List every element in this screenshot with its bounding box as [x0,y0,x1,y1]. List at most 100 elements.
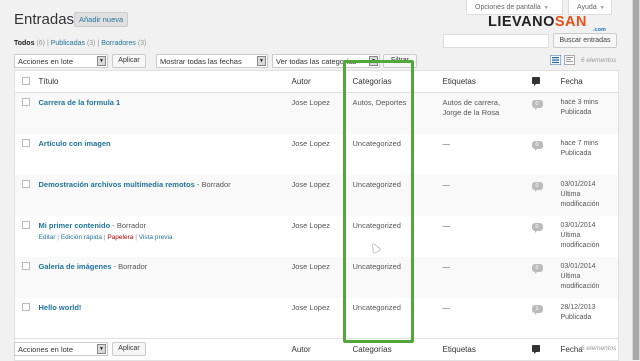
separator: | [97,40,100,47]
comment-count-bubble[interactable]: 0 [531,263,543,274]
row-checkbox[interactable] [22,220,30,229]
post-author-link[interactable]: Jose Lopez [287,256,349,298]
table-row: Hello world! Jose Lopez Uncategorized — … [15,298,619,339]
separator: | [46,40,49,47]
chevron-down-icon: ▼ [543,5,549,11]
quick-edit-link[interactable]: Edición rápida [61,234,102,241]
post-author-link[interactable]: Jose Lopez [288,216,349,257]
table-row: Galería de imágenes - Borrador Jose Lope… [14,256,619,298]
post-status: Última [560,190,581,198]
brand-logo: LIEVANOSAN .com [488,14,606,33]
bulk-actions-select-bottom[interactable]: Acciones en lote ▼ [14,342,108,356]
comment-count-bubble[interactable]: 0 [531,140,543,151]
post-status: Última [560,272,581,280]
logo-text-accent: SAN [554,14,587,30]
post-status-extra: modificación [560,282,600,290]
excerpt-view-icon[interactable] [564,55,575,65]
post-categories-link[interactable]: Uncategorized [348,174,439,216]
separator: | [135,233,137,241]
dropdown-arrow-icon: ▼ [369,56,378,66]
post-author-link[interactable]: Jose Lopez [287,92,349,134]
vertical-scrollbar[interactable] [632,0,640,360]
post-date: hace 7 mins [560,139,599,147]
logo-text-main: LIEVANO [488,14,555,30]
search-input[interactable] [443,34,549,48]
table-row: Mi primer contenido - Borrador Editar | … [15,216,619,257]
table-row: Carrera de la formula 1 Jose Lopez Autos… [14,92,619,134]
bulk-actions-value: Acciones en lote [18,57,74,66]
search-posts-button[interactable]: Buscar entradas [553,33,617,48]
preview-link[interactable]: Vista previa [139,234,173,241]
items-count-top: 6 elementos [581,57,617,64]
post-author-link[interactable]: Jose Lopez [288,134,349,175]
posts-table: Título Autor Categorías Etiquetas Fecha … [14,70,619,361]
post-title-link[interactable]: Hello world! [39,303,82,312]
post-status: Última [560,231,581,239]
screen-options-tab[interactable]: Opciones de pantalla ▼ [466,0,563,15]
post-title-link[interactable]: Artículo con imagen [39,139,111,148]
post-state: - Borrador [194,179,231,189]
screen-options-label: Opciones de pantalla [475,4,541,11]
apply-button[interactable]: Aplicar [112,54,146,68]
dates-select[interactable]: Mostrar todas las fechas ▼ [156,54,268,68]
post-date: 03/01/2014 [560,262,596,270]
filter-published[interactable]: Publicadas [51,40,85,47]
column-author: Autor [287,338,349,361]
help-label: Ayuda [577,4,597,11]
filter-drafts[interactable]: Borradores [101,40,136,47]
page-title: Entradas [14,11,75,28]
list-view-icon[interactable] [550,55,561,65]
posts-page: Entradas Añadir nueva Opciones de pantal… [0,0,632,361]
apply-button-bottom[interactable]: Aplicar [112,342,146,356]
row-checkbox[interactable] [22,138,30,147]
row-checkbox[interactable] [22,261,30,270]
post-categories-link[interactable]: Uncategorized [348,256,439,298]
edit-link[interactable]: Editar [39,234,56,241]
trash-link[interactable]: Papelera [107,234,133,241]
categories-select[interactable]: Ver todas las categorías ▼ [272,54,380,68]
post-categories-link[interactable]: Autos, Deportes [348,92,439,134]
column-tags: Etiquetas [438,338,524,361]
post-title-link[interactable]: Demostración archivos multimedia remotos [39,180,195,189]
add-new-button[interactable]: Añadir nueva [74,12,129,27]
filter-button[interactable]: Filtrar [383,54,417,68]
comments-icon [531,77,540,86]
select-all-checkbox[interactable] [22,76,30,85]
post-title-link[interactable]: Mi primer contenido [39,221,111,230]
post-categories-link[interactable]: Uncategorized [349,134,439,175]
post-title-link[interactable]: Galería de imágenes [39,262,112,271]
comment-count-bubble[interactable]: 0 [531,100,543,110]
post-categories-link[interactable]: Uncategorized [349,298,439,339]
comment-count-bubble[interactable]: 0 [531,181,543,192]
bulk-actions-select[interactable]: Acciones en lote ▼ [14,54,108,68]
filter-all[interactable]: Todos [14,40,34,47]
column-date[interactable]: Fecha [556,70,619,93]
scrollbar-thumb[interactable] [633,0,639,360]
post-tags-link[interactable]: Autos de carrera, Jorge de la Rosa [438,92,524,134]
column-tags: Etiquetas [438,70,524,93]
post-tags: — [438,256,524,298]
chevron-down-icon: ▼ [599,5,605,11]
dropdown-arrow-icon: ▼ [97,56,106,66]
comment-count-bubble[interactable]: 0 [531,222,543,233]
comment-count-bubble[interactable]: 1 [531,304,543,315]
dropdown-arrow-icon: ▼ [257,56,266,66]
post-status: Publicada [560,149,592,157]
column-comments[interactable] [523,70,557,93]
row-checkbox[interactable] [22,98,30,106]
post-date: 28/12/2013 [560,303,596,311]
row-checkbox[interactable] [22,302,30,311]
post-status: Publicada [560,109,592,116]
help-tab[interactable]: Ayuda ▼ [568,0,612,15]
row-actions: Editar | Edición rápida | Papelera | Vis… [39,234,284,241]
post-author-link[interactable]: Jose Lopez [287,174,349,216]
post-title-link[interactable]: Carrera de la formula 1 [39,98,121,107]
filter-all-count: (6) [36,40,45,47]
bulk-actions-value: Acciones en lote [18,345,74,354]
post-categories-link[interactable]: Uncategorized [349,216,439,257]
filter-drafts-count: (3) [137,40,147,47]
table-row: Demostración archivos multimedia remotos… [14,174,619,216]
column-title[interactable]: Título [34,70,288,93]
post-author-link[interactable]: Jose Lopez [288,298,349,339]
row-checkbox[interactable] [22,179,30,188]
